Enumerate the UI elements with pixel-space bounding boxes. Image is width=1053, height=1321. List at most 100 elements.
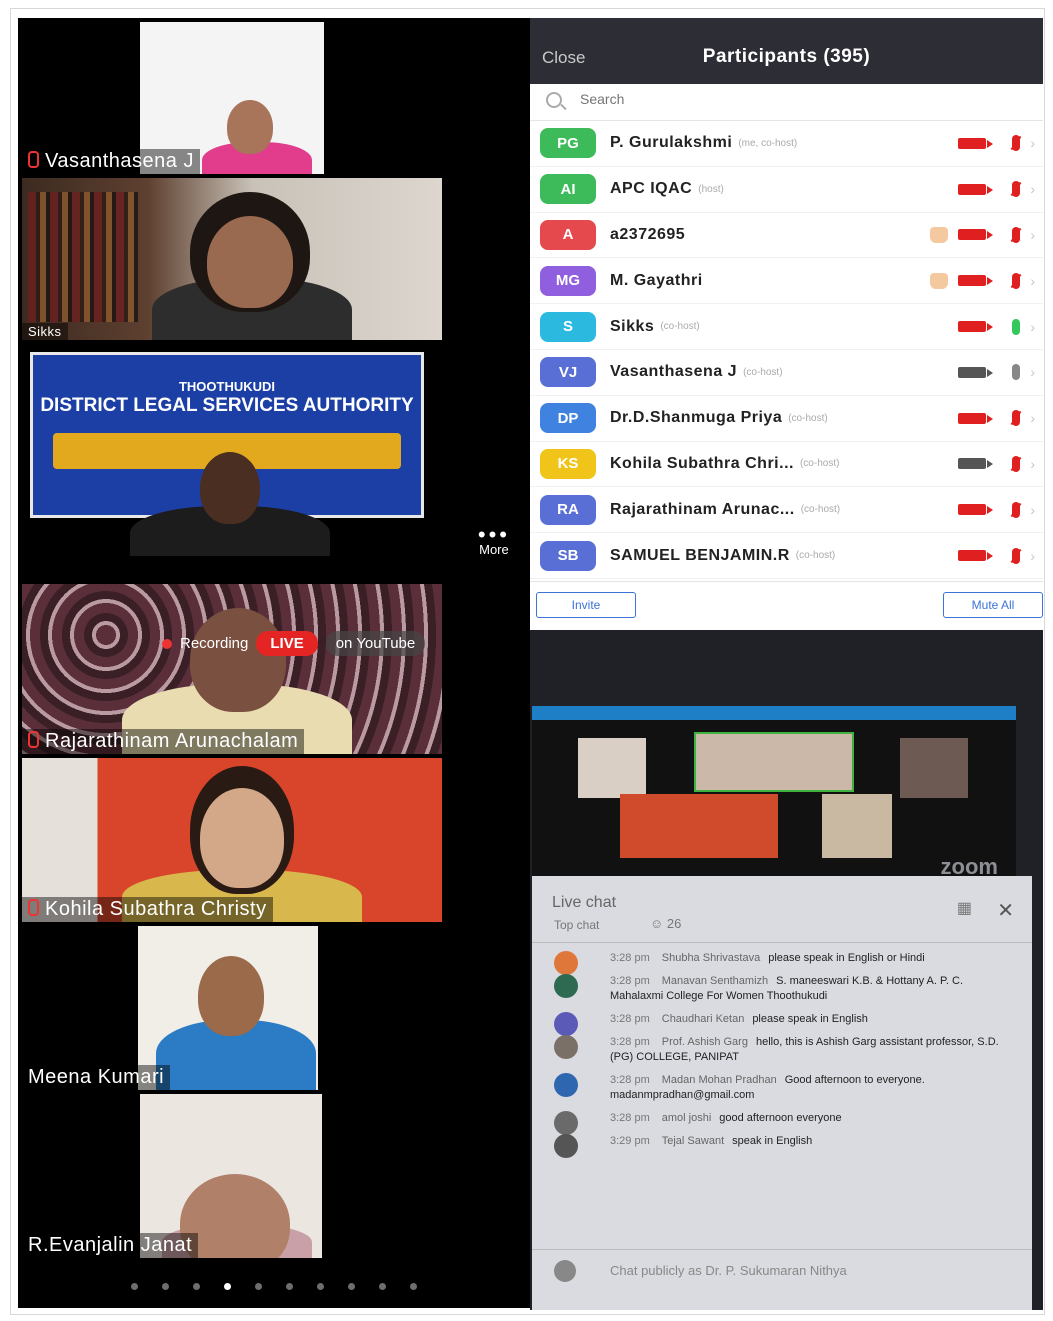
pager-dot[interactable] [193,1283,200,1290]
participants-footer: Invite Mute All [530,581,1043,630]
participant-name-label: Rajarathinam Arunachalam [22,729,305,754]
live-chat-title: Live chat [552,894,617,911]
close-icon[interactable]: ✕ [997,898,1014,923]
pager-dot[interactable] [162,1283,169,1290]
chat-author: Tejal Sawant [661,1135,725,1147]
chevron-right-icon: › [1030,135,1035,152]
pager-dot[interactable] [131,1283,138,1290]
video-off-icon [958,412,994,424]
video-tile-rajarathinam[interactable]: Recording LIVE on YouTube Rajarathinam A… [22,584,442,754]
participants-panel: Close Participants (395) PG P. Gurulakshm… [530,18,1043,630]
video-tile-meena[interactable]: Meena Kumari [22,926,442,1090]
participant-avatar: S [540,311,596,342]
chat-author: Chaudhari Ketan [661,1013,745,1025]
participant-name-label: Kohila Subathra Christy [22,897,273,922]
raised-hand-icon [930,226,949,243]
mic-muted-icon [1012,272,1021,289]
chat-avatar [554,1111,578,1135]
chat-author: Manavan Senthamizh [661,975,769,987]
participants-search[interactable] [530,84,1043,121]
participant-role: (co-host) [800,504,841,516]
more-button[interactable]: ••• More [477,522,510,558]
participant-role: (co-host) [660,321,700,333]
participant-row[interactable]: KS Kohila Subathra Chri... (co-host) › [530,442,1043,488]
expand-icon[interactable]: ▦ [957,898,972,918]
chat-message: 3:28 pm Chaudhari Ketan please speak in En… [532,1012,1032,1036]
more-dots-icon: ••• [477,522,510,547]
pager-dot[interactable] [348,1283,355,1290]
chat-input-placeholder: Chat publicly as Dr. P. Sukumaran Nithya [610,1263,847,1278]
pager-dot[interactable] [255,1283,262,1290]
mute-all-button[interactable]: Mute All [943,592,1043,618]
participant-name: Dr.D.Shanmuga Priya [610,409,783,427]
chat-time: 3:28 pm [610,1013,650,1025]
participant-status-icons: › [958,442,1035,487]
pager-dot[interactable] [317,1283,324,1290]
chat-messages: 3:28 pm Shubha Shrivastava please speak in… [532,951,1032,1158]
search-input[interactable] [578,90,763,108]
invite-button[interactable]: Invite [536,592,636,618]
pager-dot[interactable] [224,1283,231,1290]
chat-message: 3:28 pm Shubha Shrivastava please speak in… [532,951,1032,975]
chat-author: amol joshi [661,1112,712,1124]
participant-status-icons: › [958,121,1035,166]
chat-message: 3:28 pm amol joshi good afternoon everyone [532,1111,1032,1135]
chat-avatar [554,1012,578,1036]
viewer-count: ☺ 26 [650,916,682,931]
top-chat-dropdown[interactable]: Top chat [554,918,599,932]
participant-name-label: Sikks [22,323,68,340]
participant-row[interactable]: AI APC IQAC (host) › [530,167,1043,213]
pager-dot[interactable] [286,1283,293,1290]
video-on-icon [958,366,994,378]
live-chat-header: Live chat Top chat ☺ 26 ▦ ✕ [532,876,1032,943]
participant-name: Rajarathinam Arunac... [610,500,795,518]
participant-name: a2372695 [610,225,686,243]
chat-input[interactable]: Chat publicly as Dr. P. Sukumaran Nithya [532,1249,1032,1290]
participant-avatar: VJ [540,357,596,388]
participant-row[interactable]: RA Rajarathinam Arunac... (co-host) › [530,487,1043,534]
video-tile-vasanthasena[interactable]: Vasanthasena J [22,22,442,174]
pager-dot[interactable] [410,1283,417,1290]
participant-name: APC IQAC [610,180,693,198]
participant-row[interactable]: SB SAMUEL BENJAMIN.R (co-host) › [530,533,1043,579]
record-dot-icon [162,638,172,649]
participant-status-icons: › [958,167,1035,212]
video-off-icon [958,275,994,287]
chat-avatar [554,974,578,998]
chevron-right-icon: › [1030,318,1035,335]
participant-status-icons: › [958,304,1035,349]
video-tile-speaker-banner[interactable]: THOOTHUKUDI DISTRICT LEGAL SERVICES AUTH… [22,344,442,556]
chevron-right-icon: › [1030,364,1035,381]
recording-indicator: Recording LIVE on YouTube [162,631,426,656]
participant-row[interactable]: S Sikks (co-host) › [530,304,1043,350]
participant-name: Vasanthasena J [610,363,738,381]
chat-text: please speak in English or Hindi [768,952,925,964]
participant-status-icons: › [958,487,1035,532]
participant-name-label: R.Evanjalin Janat [22,1233,199,1258]
participant-role: (co-host) [788,412,828,424]
gallery-pager[interactable] [18,1283,530,1290]
participant-row[interactable]: DP Dr.D.Shanmuga Priya (co-host) › [530,396,1043,442]
video-tile-evanjalin[interactable]: R.Evanjalin Janat [22,1094,442,1258]
participants-list[interactable]: PG P. Gurulakshmi (me, co-host) › AI APC IQAC… [530,121,1043,581]
participant-name-label: Meena Kumari [22,1065,171,1090]
participant-row[interactable]: PG P. Gurulakshmi (me, co-host) › [530,121,1043,167]
chat-time: 3:28 pm [610,1112,650,1124]
video-tile-sikks[interactable]: Sikks [22,178,442,340]
participant-status-icons: › [958,533,1035,578]
chat-message: 3:29 pm Tejal Sawant speak in English [532,1134,1032,1158]
video-off-icon [958,550,994,562]
pager-dot[interactable] [379,1283,386,1290]
participant-name: M. Gayathri [610,271,703,289]
participant-row[interactable]: Aa2372695 › [530,213,1043,259]
participant-row[interactable]: VJ Vasanthasena J (co-host) › [530,350,1043,396]
youtube-live-chat-photo: zoom Live chat Top chat ☺ 26 ▦ ✕ 3:28 pm… [530,630,1043,1310]
participant-row[interactable]: MG M. Gayathri › [530,258,1043,305]
participant-role: (co-host) [743,366,783,378]
mic-icon [1012,364,1021,381]
chevron-right-icon: › [1030,226,1035,243]
video-tile-kohila[interactable]: Kohila Subathra Christy [22,758,442,922]
participant-status-icons: › [930,213,1035,258]
chevron-right-icon: › [1030,547,1035,564]
mic-muted-icon [1012,135,1021,152]
